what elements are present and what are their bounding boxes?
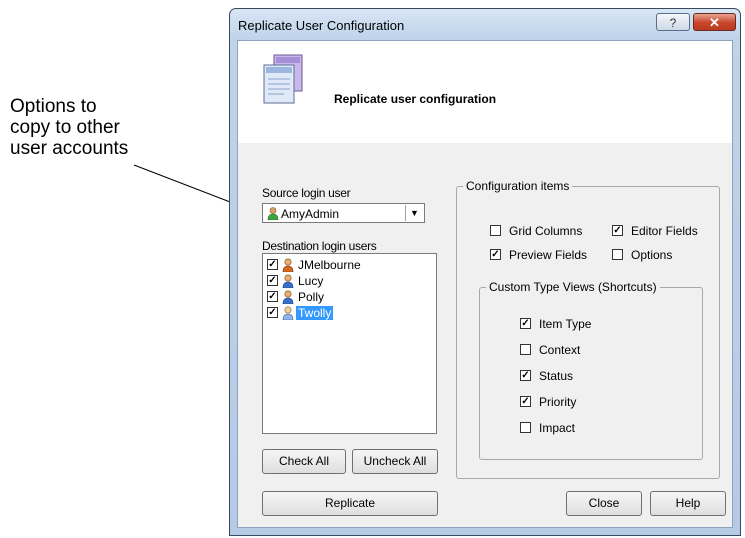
- user-name: JMelbourne: [298, 258, 361, 272]
- checkbox-box[interactable]: [520, 422, 531, 433]
- user-icon: [282, 290, 294, 304]
- destination-user-list[interactable]: ✓ JMelbourne ✓ Lucy ✓ Polly ✓ Twolly: [262, 253, 437, 434]
- documents-icon: [263, 54, 303, 104]
- destination-login-label: Destination login users: [262, 239, 377, 253]
- close-titlebar-button[interactable]: ✕: [693, 13, 736, 31]
- checkbox-label: Preview Fields: [509, 248, 588, 262]
- checkbox-label: Options: [631, 248, 673, 262]
- user-checkbox[interactable]: ✓: [267, 307, 278, 318]
- checkbox-label: Editor Fields: [631, 224, 698, 238]
- title-bar: Replicate User Configuration ? ✕: [230, 9, 740, 40]
- checkbox-label: Priority: [539, 395, 577, 409]
- checkbox-box[interactable]: [520, 344, 531, 355]
- close-button[interactable]: Close: [566, 491, 642, 516]
- custom-type-views-title: Custom Type Views (Shortcuts): [486, 280, 660, 294]
- checkbox-label: Context: [539, 343, 581, 357]
- dialog-header: Replicate user configuration: [238, 41, 732, 143]
- custom-type-views-group: Custom Type Views (Shortcuts) ✓ Item Typ…: [479, 280, 703, 460]
- checkbox-box[interactable]: ✓: [520, 318, 531, 329]
- checkbox-label: Status: [539, 369, 574, 383]
- dialog-client: Replicate user configuration Source logi…: [237, 40, 733, 528]
- user-icon: [282, 306, 294, 320]
- user-icon: [282, 258, 294, 272]
- checkbox-box[interactable]: [490, 225, 501, 236]
- source-user-value: AmyAdmin: [281, 207, 340, 221]
- help-titlebar-button[interactable]: ?: [656, 13, 690, 31]
- user-icon: [282, 274, 294, 288]
- user-checkbox[interactable]: ✓: [267, 259, 278, 270]
- replicate-button[interactable]: Replicate: [262, 491, 438, 516]
- user-name: Polly: [298, 290, 325, 304]
- checkbox-box[interactable]: ✓: [520, 396, 531, 407]
- header-title: Replicate user configuration: [334, 92, 497, 106]
- user-checkbox[interactable]: ✓: [267, 291, 278, 302]
- checkbox-box[interactable]: ✓: [490, 249, 501, 260]
- checkbox-label: Impact: [539, 421, 576, 435]
- replicate-dialog: Replicate User Configuration ? ✕ Replica…: [229, 8, 741, 536]
- source-user-dropdown[interactable]: AmyAdmin ▼: [262, 203, 425, 223]
- uncheck-all-button[interactable]: Uncheck All: [352, 449, 438, 474]
- user-name: Lucy: [298, 274, 324, 288]
- source-login-label: Source login user: [262, 186, 351, 200]
- user-name-selected: Twolly: [296, 306, 334, 320]
- checkbox-box[interactable]: ✓: [520, 370, 531, 381]
- checkbox-label: Item Type: [539, 317, 592, 331]
- user-checkbox[interactable]: ✓: [267, 275, 278, 286]
- check-all-button[interactable]: Check All: [262, 449, 346, 474]
- checkbox-box[interactable]: [612, 249, 623, 260]
- checkbox-label: Grid Columns: [509, 224, 583, 238]
- window-title: Replicate User Configuration: [238, 18, 405, 33]
- checkbox-box[interactable]: ✓: [612, 225, 623, 236]
- admin-user-icon: [267, 207, 279, 220]
- chevron-down-icon[interactable]: ▼: [405, 205, 423, 221]
- configuration-items-group: Configuration items Grid Columns ✓ Edito…: [456, 179, 720, 479]
- help-button[interactable]: Help: [650, 491, 726, 516]
- configuration-items-title: Configuration items: [463, 179, 573, 193]
